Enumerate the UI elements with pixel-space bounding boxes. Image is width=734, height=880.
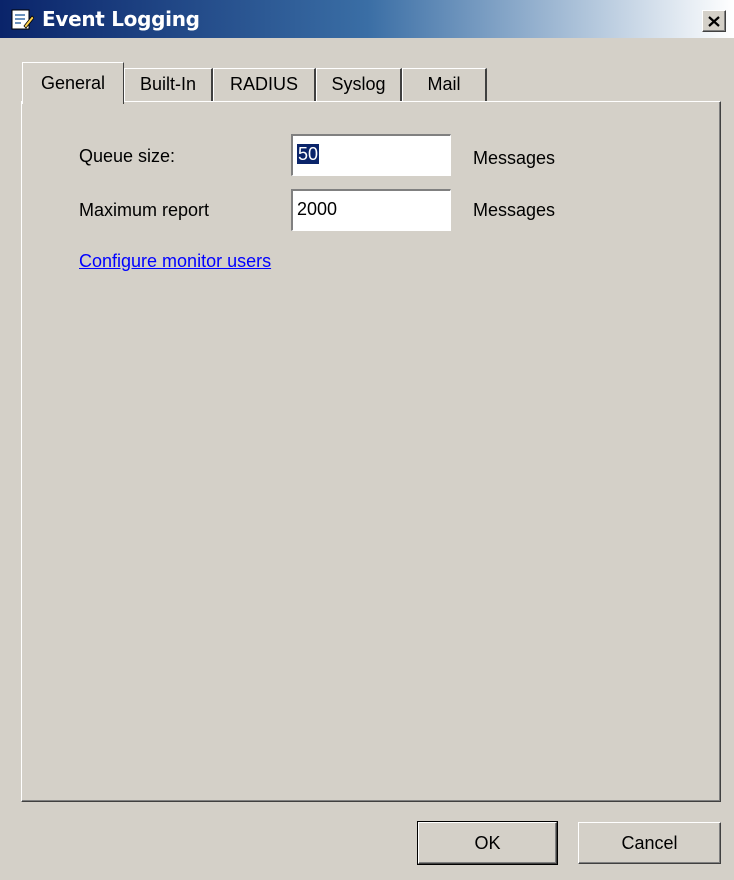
tab-radius[interactable]: RADIUS <box>213 68 316 102</box>
queue-size-label: Queue size: <box>79 146 176 166</box>
queue-size-input[interactable]: 50 <box>291 134 451 176</box>
tab-label: General <box>40 73 106 93</box>
ok-button[interactable]: OK <box>417 821 558 865</box>
tab-label: Built-In <box>139 74 197 94</box>
tab-label: Mail <box>427 74 461 94</box>
configure-monitor-users-link[interactable]: Configure monitor users <box>79 251 271 272</box>
maximum-report-unit: Messages <box>473 200 556 220</box>
tab-syslog[interactable]: Syslog <box>316 68 402 102</box>
close-button[interactable] <box>702 10 726 32</box>
queue-size-value: 50 <box>297 144 320 164</box>
cancel-button[interactable]: Cancel <box>578 822 721 864</box>
tab-label: Syslog <box>331 74 386 94</box>
queue-size-unit: Messages <box>473 148 556 168</box>
close-icon <box>708 15 720 27</box>
tab-built-in[interactable]: Built-In <box>124 68 213 102</box>
maximum-report-input[interactable]: 2000 <box>291 189 451 231</box>
tab-general[interactable]: General <box>22 62 124 104</box>
notepad-edit-icon <box>11 9 34 30</box>
maximum-report-label: Maximum report <box>79 200 210 220</box>
window-title: Event Logging <box>42 7 200 31</box>
tab-mail[interactable]: Mail <box>402 68 487 102</box>
maximum-report-value: 2000 <box>297 199 338 219</box>
title-bar[interactable]: Event Logging <box>0 0 734 38</box>
ok-button-label: OK <box>474 832 501 853</box>
cancel-button-label: Cancel <box>621 832 678 853</box>
tab-label: RADIUS <box>229 74 298 94</box>
